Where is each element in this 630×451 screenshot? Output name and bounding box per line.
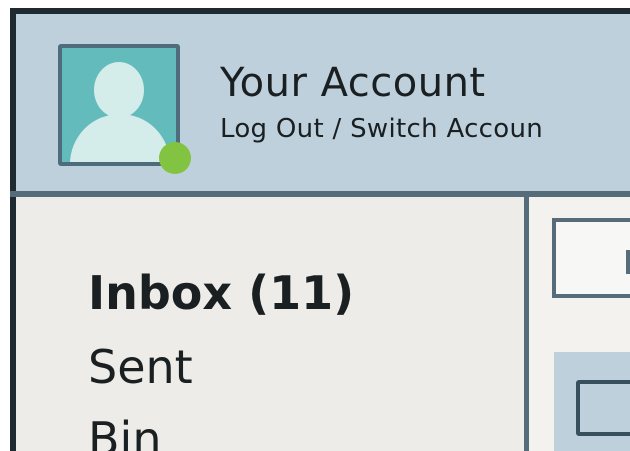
logout-switch-account-link[interactable]: Log Out / Switch Accoun xyxy=(220,114,543,144)
compose-button[interactable] xyxy=(552,218,630,298)
email-app-window: Your Account Log Out / Switch Accoun Inb… xyxy=(0,0,630,451)
user-silhouette-icon xyxy=(94,62,144,118)
user-silhouette-body xyxy=(70,114,170,162)
message-checkbox[interactable] xyxy=(576,380,630,436)
account-name: Your Account xyxy=(220,60,486,106)
window-top-border xyxy=(10,8,630,14)
sidebar-item-sent[interactable]: Sent xyxy=(88,340,193,394)
sidebar-item-bin[interactable]: Bin xyxy=(88,412,162,451)
sidebar-item-inbox[interactable]: Inbox (11) xyxy=(88,266,354,320)
online-status-icon xyxy=(159,142,191,174)
compose-icon xyxy=(626,250,630,274)
